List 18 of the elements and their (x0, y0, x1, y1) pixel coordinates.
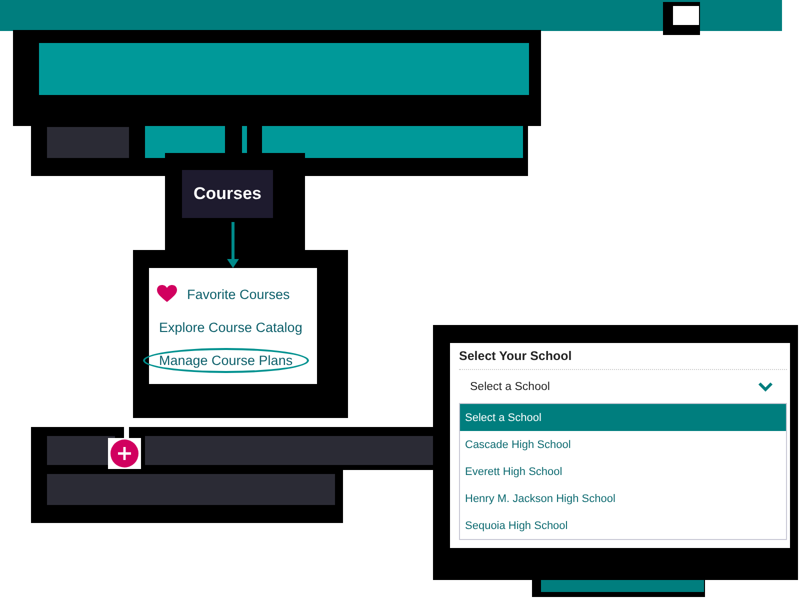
school-option[interactable]: Sequoia High School (460, 512, 786, 539)
menu-link[interactable]: Favorite Courses (185, 282, 292, 306)
chevron-down-icon (758, 382, 773, 392)
school-option[interactable]: Select a School (460, 404, 786, 431)
school-option[interactable]: Cascade High School (460, 431, 786, 458)
menu-link[interactable]: Explore Course Catalog (157, 316, 304, 338)
school-option[interactable]: Henry M. Jackson High School (460, 485, 786, 512)
school-option[interactable]: Everett High School (460, 458, 786, 485)
courses-tab[interactable]: Courses (182, 170, 273, 218)
heart-icon (157, 285, 177, 303)
add-icon[interactable] (110, 439, 139, 468)
menu-link[interactable]: Manage Course Plans (143, 348, 309, 372)
content-bar (47, 436, 115, 465)
arrow-icon (227, 222, 239, 269)
indicator-square (673, 6, 699, 25)
nav-bar (242, 126, 247, 153)
field-label: Select Your School (459, 349, 573, 365)
school-select[interactable]: Select a School (459, 369, 787, 403)
